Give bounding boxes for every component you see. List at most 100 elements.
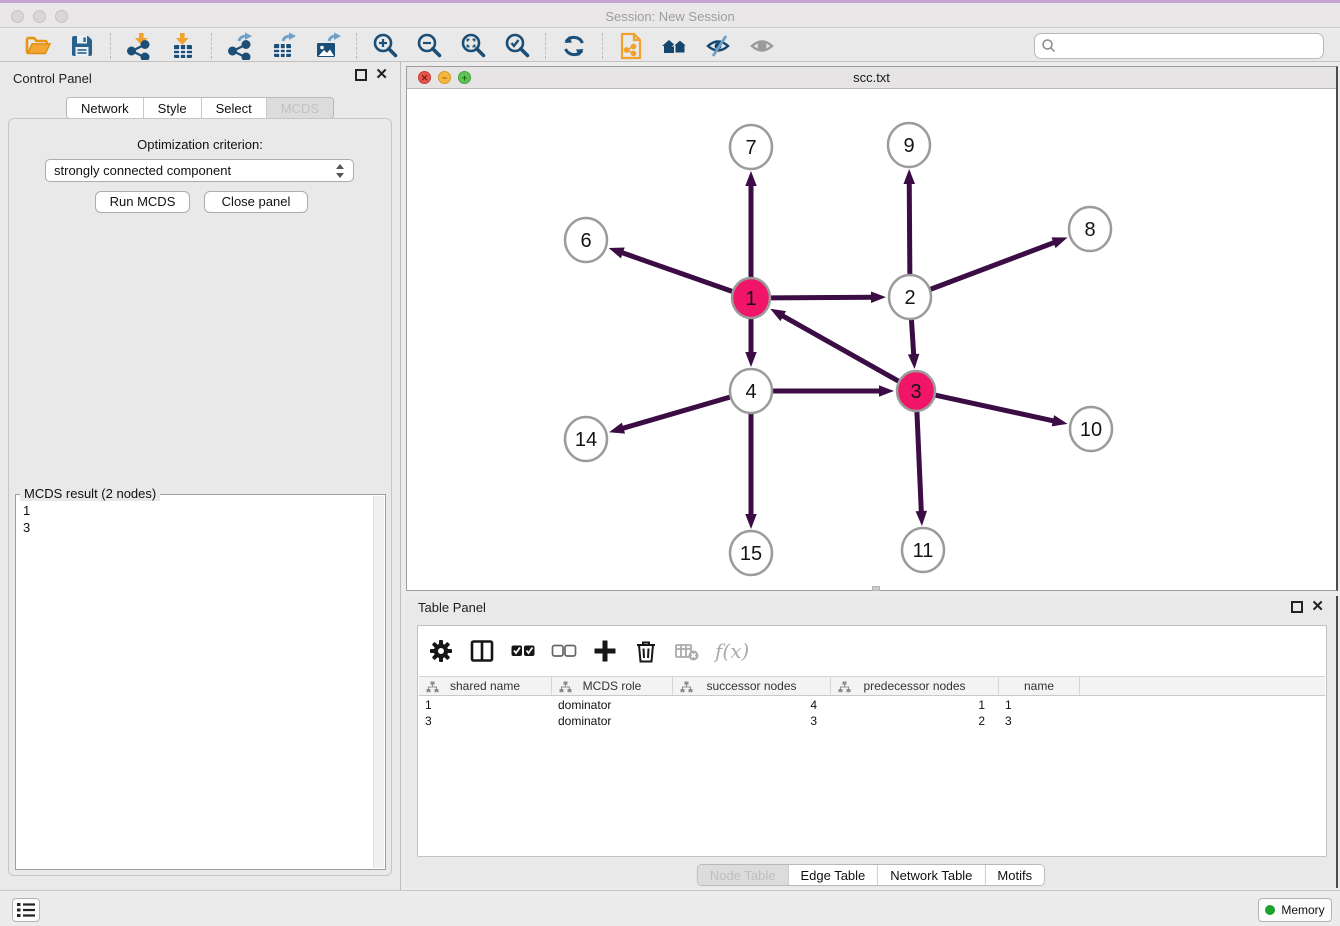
graph-edge-2-8[interactable] — [931, 237, 1068, 289]
graph-edge-2-9[interactable] — [904, 169, 915, 275]
graph-node-9[interactable]: 9 — [888, 123, 930, 167]
settings-gear-icon[interactable] — [428, 638, 454, 664]
tab-motifs[interactable]: Motifs — [985, 865, 1044, 885]
cell-mcds_role[interactable]: dominator — [552, 697, 673, 713]
import-table-icon[interactable] — [168, 32, 198, 60]
graph-edge-1-6[interactable] — [609, 248, 732, 292]
add-column-icon[interactable] — [592, 638, 618, 664]
export-image-icon[interactable] — [313, 32, 343, 60]
delete-column-icon[interactable] — [633, 638, 659, 664]
zoom-in-icon[interactable] — [370, 32, 400, 60]
tab-network-table[interactable]: Network Table — [878, 865, 985, 885]
float-panel-icon[interactable] — [355, 69, 367, 81]
graph-edge-2-3[interactable] — [908, 319, 919, 369]
table-row[interactable]: 3dominator323 — [419, 713, 1325, 729]
close-panel-icon[interactable]: ✕ — [1311, 601, 1324, 613]
memory-button[interactable]: Memory — [1258, 898, 1332, 922]
tab-mcds[interactable]: MCDS — [267, 98, 333, 118]
graph-edge-3-10[interactable] — [936, 395, 1068, 426]
cell-name[interactable]: 3 — [999, 713, 1080, 729]
export-network-icon[interactable] — [225, 32, 255, 60]
graph-edge-1-7[interactable] — [745, 171, 757, 278]
graph-node-3[interactable]: 3 — [897, 371, 935, 411]
graph-node-11[interactable]: 11 — [902, 528, 944, 572]
table-row[interactable]: 1dominator411 — [419, 697, 1325, 713]
deselect-all-icon[interactable] — [551, 638, 577, 664]
export-table-icon[interactable] — [269, 32, 299, 60]
graph-edge-3-11[interactable] — [916, 411, 927, 526]
svg-text:10: 10 — [1080, 419, 1102, 441]
close-panel-icon[interactable]: ✕ — [375, 69, 388, 81]
select-all-icon[interactable] — [510, 638, 536, 664]
mcds-result-text[interactable]: 1 3 — [23, 502, 369, 865]
cell-shared_name[interactable]: 1 — [419, 697, 552, 713]
column-header-predecessor-nodes[interactable]: predecessor nodes — [831, 677, 999, 695]
show-columns-icon[interactable] — [469, 638, 495, 664]
cell-predecessor[interactable]: 2 — [831, 713, 999, 729]
zoom-out-icon[interactable] — [414, 32, 444, 60]
show-all-icon[interactable] — [748, 32, 778, 60]
column-header-mcds-role[interactable]: MCDS role — [552, 677, 673, 695]
import-network-icon[interactable] — [124, 32, 154, 60]
cell-predecessor[interactable]: 1 — [831, 697, 999, 713]
search-field[interactable] — [1034, 33, 1324, 59]
zoom-fit-icon[interactable] — [458, 32, 488, 60]
graph-edge-4-15[interactable] — [745, 413, 757, 529]
refresh-icon[interactable] — [559, 32, 589, 60]
mcds-tab-content: Optimization criterion: strongly connect… — [8, 118, 392, 876]
cell-name[interactable]: 1 — [999, 697, 1080, 713]
clone-network-icon[interactable] — [616, 32, 646, 60]
tab-network[interactable]: Network — [67, 98, 144, 118]
run-mcds-button[interactable]: Run MCDS — [95, 191, 190, 213]
graph-node-8[interactable]: 8 — [1069, 207, 1111, 251]
search-input[interactable] — [1057, 36, 1317, 56]
tab-node-table[interactable]: Node Table — [698, 865, 789, 885]
cell-shared_name[interactable]: 3 — [419, 713, 552, 729]
graph-node-15[interactable]: 15 — [730, 531, 772, 575]
save-session-icon[interactable] — [67, 32, 97, 60]
graph-edge-4-14[interactable] — [609, 397, 730, 433]
result-scrollbar[interactable] — [373, 496, 384, 868]
graph-node-6[interactable]: 6 — [565, 218, 607, 262]
column-header-name[interactable]: name — [999, 677, 1080, 695]
graph-node-10[interactable]: 10 — [1070, 407, 1112, 451]
graph-node-4[interactable]: 4 — [730, 369, 772, 413]
graph-edge-1-2[interactable] — [771, 291, 886, 302]
cell-successor[interactable]: 3 — [673, 713, 831, 729]
float-panel-icon[interactable] — [1291, 601, 1303, 613]
task-history-button[interactable] — [12, 898, 40, 922]
close-panel-button[interactable]: Close panel — [204, 191, 308, 213]
graph-edge-3-1[interactable] — [770, 309, 898, 381]
function-builder-icon[interactable]: f(x) — [715, 639, 749, 663]
control-panel-title: Control Panel — [13, 71, 92, 86]
first-neighbors-icon[interactable] — [660, 32, 690, 60]
optimization-criterion-select[interactable]: strongly connected component — [45, 159, 354, 182]
network-canvas[interactable]: 7 9 6 8 1 2 4 3 14 10 15 11 — [407, 89, 1336, 590]
attribute-icon — [559, 681, 572, 693]
attribute-icon — [838, 681, 851, 693]
search-icon — [1041, 38, 1057, 54]
graph-edge-1-4[interactable] — [745, 318, 757, 367]
graph-node-1[interactable]: 1 — [732, 278, 770, 318]
network-window-titlebar[interactable]: ✕ − + scc.txt — [407, 67, 1336, 89]
graph-node-2[interactable]: 2 — [889, 275, 931, 319]
cell-mcds_role[interactable]: dominator — [552, 713, 673, 729]
network-window-title: scc.txt — [407, 70, 1336, 85]
cell-successor[interactable]: 4 — [673, 697, 831, 713]
hide-selected-icon[interactable] — [704, 32, 734, 60]
graph-edge-4-3[interactable] — [773, 385, 894, 397]
svg-text:2: 2 — [904, 287, 915, 309]
delete-table-icon[interactable] — [674, 638, 700, 664]
graph-node-14[interactable]: 14 — [565, 417, 607, 461]
tab-style[interactable]: Style — [144, 98, 202, 118]
tab-edge-table[interactable]: Edge Table — [788, 865, 878, 885]
zoom-selected-icon[interactable] — [502, 32, 532, 60]
splitter-handle[interactable] — [872, 586, 880, 591]
svg-text:15: 15 — [740, 543, 762, 565]
graph-node-7[interactable]: 7 — [730, 125, 772, 169]
svg-text:4: 4 — [745, 381, 756, 403]
open-session-icon[interactable] — [23, 32, 53, 60]
column-header-shared-name[interactable]: shared name — [419, 677, 552, 695]
column-header-successor-nodes[interactable]: successor nodes — [673, 677, 831, 695]
tab-select[interactable]: Select — [202, 98, 267, 118]
